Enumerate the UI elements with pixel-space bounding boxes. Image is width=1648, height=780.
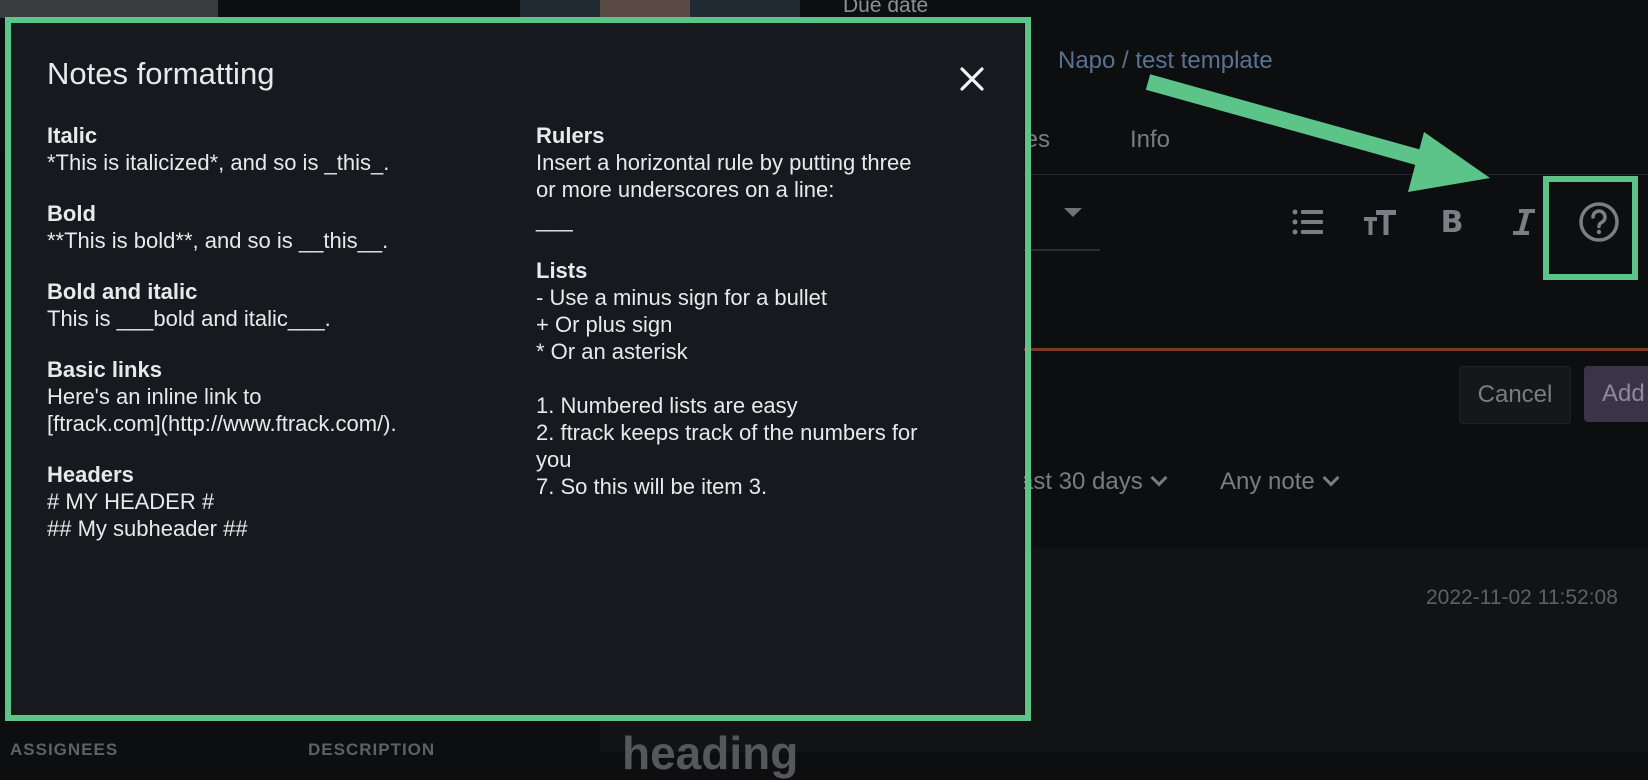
help-circle-icon[interactable]	[1577, 200, 1621, 244]
due-date-label: Due date	[843, 0, 929, 17]
section-rulers: Rulers Insert a horizontal rule by putti…	[536, 122, 1006, 233]
section-title: Lists	[536, 258, 588, 283]
section-title: Bold and italic	[47, 279, 198, 304]
divider	[1010, 174, 1648, 175]
date-filter-label: ast 30 days	[1020, 468, 1143, 495]
section-line: 7. So this will be item 3.	[536, 474, 768, 499]
heading-preview: heading	[622, 727, 799, 779]
section-line: ​	[536, 365, 1006, 392]
formatting-column-left: Italic *This is italicized*, and so is _…	[47, 122, 507, 566]
section-headers: Headers # MY HEADER # ## My subheader ##	[47, 461, 507, 542]
section-line: *This is italicized*, and so is _this_.	[47, 150, 390, 175]
tab-info[interactable]: Info	[1130, 126, 1170, 154]
section-line: * Or an asterisk	[536, 339, 688, 364]
thumbnail	[600, 0, 690, 18]
note-timestamp: 2022-11-02 11:52:08	[1426, 586, 1618, 609]
column-header-assignees: ASSIGNEES	[10, 740, 119, 759]
section-line: ___	[536, 207, 573, 232]
bulleted-list-icon[interactable]	[1290, 204, 1326, 240]
section-basic-links: Basic links Here's an inline link to [ft…	[47, 356, 507, 437]
chevron-down-icon[interactable]	[1064, 208, 1082, 217]
column-header-description: DESCRIPTION	[308, 740, 436, 759]
section-line: or more underscores on a line:	[536, 177, 835, 202]
section-title: Rulers	[536, 123, 605, 148]
section-line: # MY HEADER #	[47, 489, 215, 514]
section-line: Insert a horizontal rule by putting thre…	[536, 150, 912, 175]
section-bold: Bold **This is bold**, and so is __this_…	[47, 200, 507, 254]
section-line: This is ___bold and italic___.	[47, 306, 331, 331]
formatting-column-right: Rulers Insert a horizontal rule by putti…	[536, 122, 1006, 524]
section-line: you	[536, 447, 572, 472]
date-filter[interactable]: ast 30 days	[1020, 468, 1168, 496]
text-size-icon[interactable]	[1362, 204, 1398, 240]
add-button[interactable]: Add	[1584, 366, 1648, 422]
section-line: [ftrack.com](http://www.ftrack.com/).	[47, 411, 397, 436]
thumbnail	[0, 0, 218, 18]
section-title: Headers	[47, 462, 134, 487]
breadcrumb[interactable]: Napo / test template	[1058, 47, 1273, 75]
chevron-down-icon	[1150, 469, 1168, 487]
bold-icon[interactable]: B	[1434, 204, 1470, 240]
modal-title: Notes formatting	[47, 56, 275, 91]
section-line: 1. Numbered lists are easy	[536, 393, 798, 418]
section-line: 2. ftrack keeps track of the numbers for	[536, 420, 918, 445]
chevron-down-icon	[1322, 469, 1340, 487]
italic-icon[interactable]	[1506, 204, 1542, 240]
section-title: Bold	[47, 201, 96, 226]
sidebar-strip	[0, 150, 10, 710]
cancel-button[interactable]: Cancel	[1459, 366, 1571, 424]
notes-formatting-modal: Notes formatting Italic *This is italici…	[10, 20, 1024, 718]
section-italic: Italic *This is italicized*, and so is _…	[47, 122, 507, 176]
note-filter-label: Any note	[1220, 468, 1315, 495]
section-line: ## My subheader ##	[47, 516, 248, 541]
section-bold-italic: Bold and italic This is ___bold and ital…	[47, 278, 507, 332]
note-filter[interactable]: Any note	[1220, 468, 1340, 496]
divider	[1010, 348, 1648, 351]
section-line: - Use a minus sign for a bullet	[536, 285, 828, 310]
section-line: + Or plus sign	[536, 312, 673, 337]
section-lists: Lists - Use a minus sign for a bullet + …	[536, 257, 1006, 500]
section-line: **This is bold**, and so is __this__.	[47, 228, 389, 253]
section-line: Here's an inline link to	[47, 384, 262, 409]
section-title: Basic links	[47, 357, 162, 382]
close-icon[interactable]	[955, 62, 989, 96]
section-title: Italic	[47, 123, 98, 148]
